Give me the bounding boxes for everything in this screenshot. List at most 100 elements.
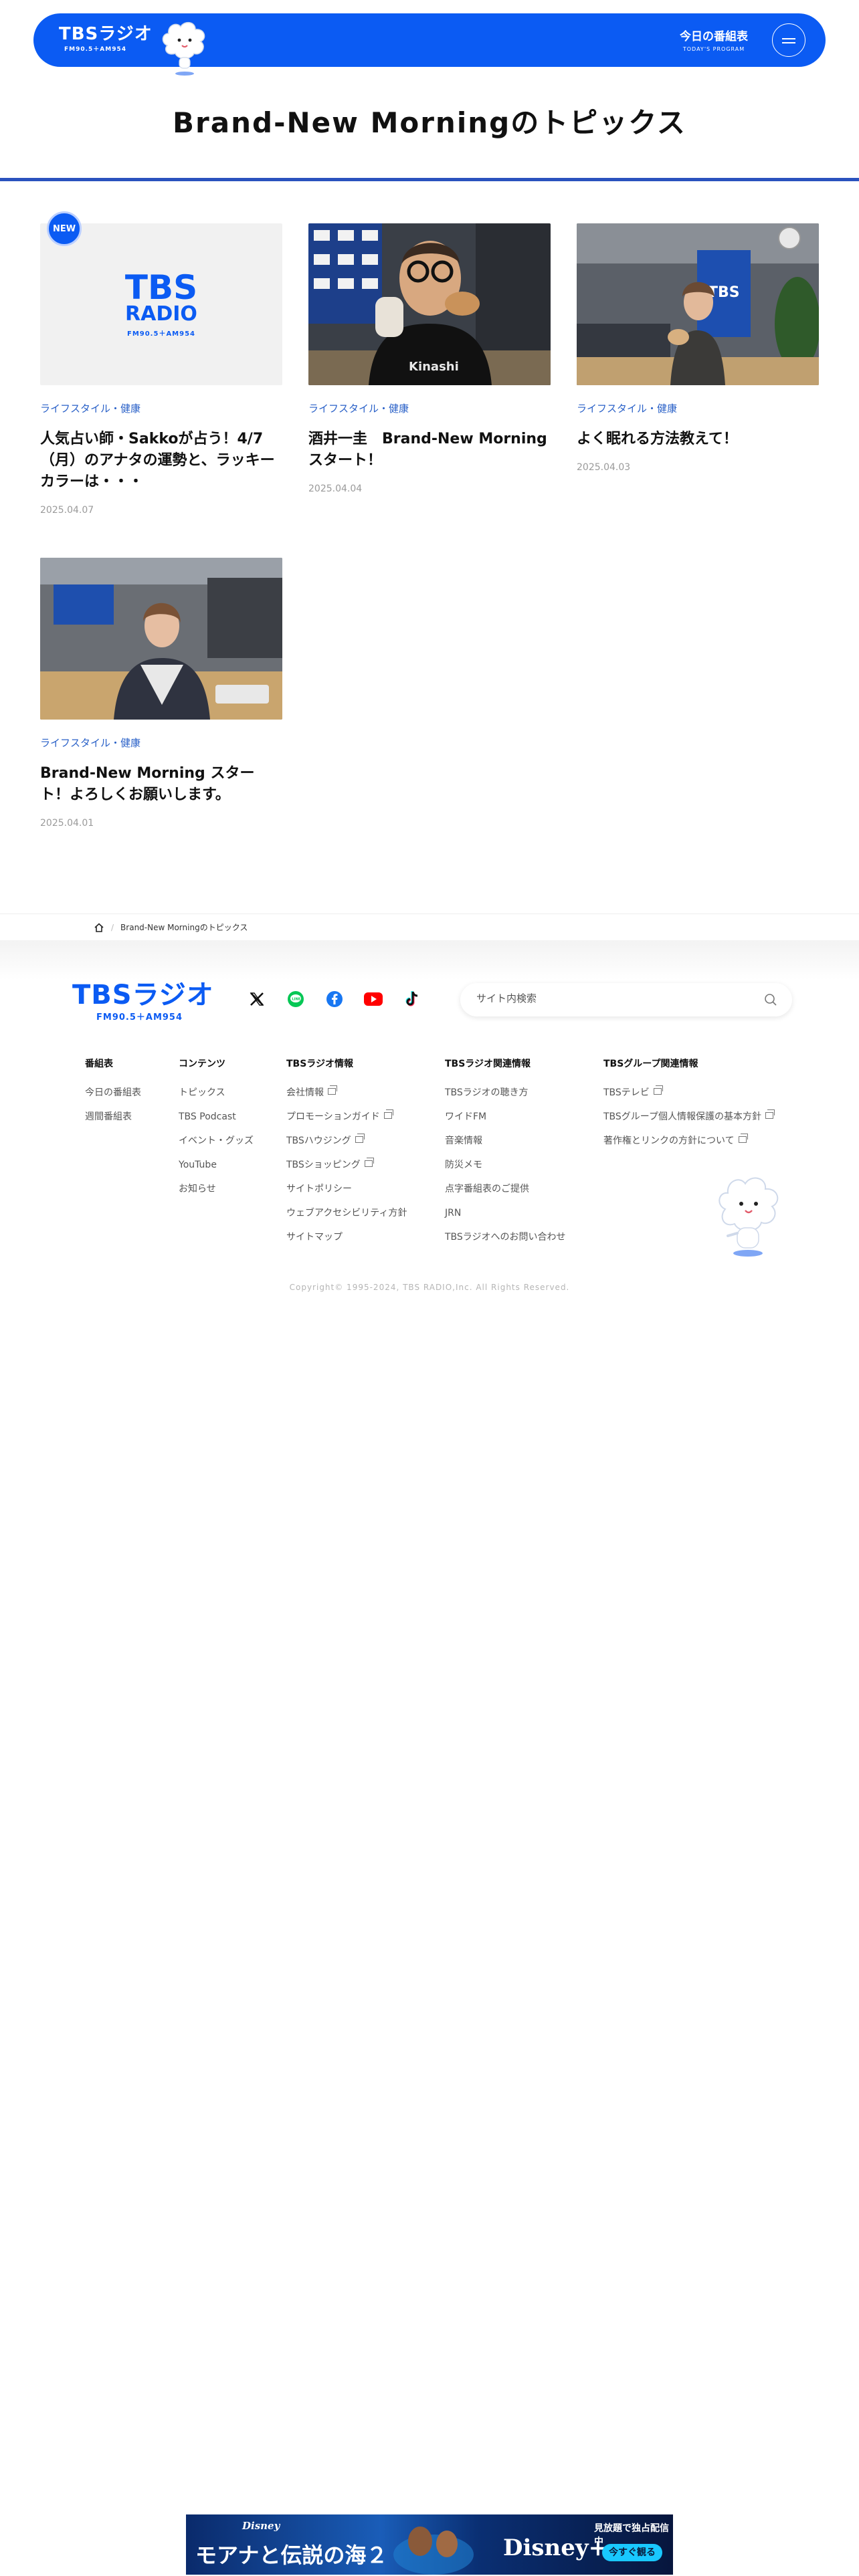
footer-link[interactable]: 週間番組表 [85, 1110, 141, 1134]
ad-title: モアナと伝説の海２ [195, 2543, 388, 2568]
title-divider [0, 178, 859, 181]
line-icon[interactable]: LINE [284, 987, 308, 1011]
footer-logo-frequency: FM90.5＋AM954 [96, 1012, 183, 1023]
breadcrumb: / Brand-New Morningのトピックス [0, 914, 859, 940]
todays-program-sublabel: TODAY'S PROGRAM [682, 46, 745, 52]
footer-link[interactable]: TBSグループ個人情報保護の基本方針 [603, 1109, 775, 1134]
external-link-icon [355, 1134, 365, 1143]
footer-link-label: TBSショッピング [286, 1160, 361, 1170]
article-thumbnail-tbs-radio-logo[interactable]: TBS RADIO FM90.5＋AM954 [40, 223, 282, 385]
external-link-icon [653, 1085, 663, 1095]
footer-link-label: 著作権とリンクの方針について [603, 1136, 735, 1146]
logo-frequency: FM90.5＋AM954 [64, 46, 127, 53]
footer-link[interactable]: 会社情報 [286, 1085, 407, 1110]
ad-cta-button[interactable]: 今すぐ観る [602, 2544, 662, 2561]
footer-link[interactable]: TBSテレビ [603, 1085, 773, 1110]
footer-column-heading: TBSグループ関連情報 [603, 1059, 698, 1069]
external-link-icon [364, 1158, 374, 1167]
footer-link-label: プロモーションガイド [286, 1111, 380, 1122]
footer-column-heading: コンテンツ [179, 1059, 225, 1069]
site-logo[interactable]: TBSラジオ FM90.5＋AM954 [59, 24, 153, 53]
external-link-icon [765, 1109, 775, 1119]
footer-column-schedule: 番組表 今日の番組表 週間番組表 [85, 1057, 141, 1134]
footer-link[interactable]: お知らせ [179, 1182, 254, 1206]
article-card[interactable]: TBS ライフスタイル・健康 よく眠れる方法教えて！ 2025.04.03 [577, 223, 819, 473]
article-category[interactable]: ライフスタイル・健康 [40, 736, 282, 750]
footer-link[interactable]: サイトポリシー [286, 1182, 407, 1206]
footer-column-heading: 番組表 [85, 1059, 113, 1069]
x-twitter-icon[interactable] [245, 987, 269, 1011]
thumbnail-logo-text: FM90.5＋AM954 [126, 330, 196, 338]
footer-link-label: 会社情報 [286, 1087, 324, 1098]
footer-link[interactable]: 音楽情報 [445, 1134, 566, 1158]
article-date: 2025.04.04 [308, 484, 363, 494]
footer-link[interactable]: TBS Podcast [179, 1110, 254, 1134]
logo-main: TBSラジオ [59, 24, 153, 44]
footer-column-tbs-radio-info: TBSラジオ情報 会社情報 プロモーションガイド TBSハウジング TBSショッ… [286, 1057, 407, 1255]
article-category[interactable]: ライフスタイル・健康 [40, 401, 282, 415]
external-link-icon [383, 1109, 393, 1119]
footer-link[interactable]: TBSラジオへのお問い合わせ [445, 1230, 566, 1255]
footer-column-tbs-radio-related: TBSラジオ関連情報 TBSラジオの聴き方 ワイドFM 音楽情報 防災メモ 点字… [445, 1057, 566, 1255]
svg-text:Kinashi: Kinashi [409, 360, 459, 374]
footer-link[interactable]: 今日の番組表 [85, 1086, 141, 1110]
menu-button[interactable] [772, 23, 805, 57]
article-title[interactable]: よく眠れる方法教えて！ [577, 429, 819, 450]
footer-link[interactable]: イベント・グッズ [179, 1134, 254, 1158]
breadcrumb-current: Brand-New Morningのトピックス [120, 923, 248, 932]
copyright: Copyright© 1995-2024, TBS RADIO,Inc. All… [289, 1283, 570, 1292]
footer-link[interactable]: 著作権とリンクの方針について [603, 1134, 773, 1158]
footer-link[interactable]: ワイドFM [445, 1110, 566, 1134]
article-thumbnail-photo[interactable]: TBS [577, 223, 819, 385]
footer-link-label: TBSグループ個人情報保護の基本方針 [603, 1111, 761, 1122]
footer-link[interactable]: TBSショッピング [286, 1158, 407, 1182]
hamburger-icon-line [782, 42, 795, 43]
footer-link-label: TBSテレビ [603, 1087, 650, 1098]
article-title[interactable]: 酒井一圭 Brand-New Morningスタート！ [308, 429, 551, 471]
footer-link[interactable]: 防災メモ [445, 1158, 566, 1182]
footer-link[interactable]: 点字番組表のご提供 [445, 1182, 566, 1206]
mascot-icon [162, 21, 205, 76]
footer-link[interactable]: トピックス [179, 1086, 254, 1110]
ad-service-logo: Disney+ [503, 2535, 608, 2561]
external-link-icon [328, 1085, 337, 1095]
ad-key-visual [393, 2527, 474, 2575]
footer-link[interactable]: JRN [445, 1206, 566, 1230]
search-input[interactable] [476, 992, 744, 1004]
footer-link[interactable]: TBSラジオの聴き方 [445, 1086, 566, 1110]
footer-link[interactable]: サイトマップ [286, 1230, 407, 1255]
footer-link[interactable]: プロモーションガイド [286, 1109, 407, 1134]
site-footer: TBSラジオ FM90.5＋AM954 LINE 番組表 今日の番組表 週間番組… [0, 940, 859, 1315]
studio-photo-image: Kinashi [308, 223, 551, 385]
breadcrumb-separator: / [111, 922, 114, 932]
article-title[interactable]: 人気占い師・Sakkoが占う！4/7（月）のアナタの運勢と、ラッキーカラーは・・… [40, 429, 282, 493]
footer-column-contents: コンテンツ トピックス TBS Podcast イベント・グッズ YouTube… [179, 1057, 254, 1206]
todays-program-link[interactable]: 今日の番組表 TODAY'S PROGRAM [680, 27, 748, 52]
article-thumbnail-photo[interactable] [40, 558, 282, 720]
article-category[interactable]: ライフスタイル・健康 [308, 401, 551, 415]
article-category[interactable]: ライフスタイル・健康 [577, 401, 819, 415]
article-card[interactable]: NEW TBS RADIO FM90.5＋AM954 ライフスタイル・健康 人気… [40, 211, 282, 516]
article-date: 2025.04.03 [577, 462, 631, 473]
footer-link[interactable]: TBSハウジング [286, 1134, 407, 1158]
svg-text:LINE: LINE [292, 998, 301, 1002]
footer-logo-main: TBSラジオ [72, 980, 214, 1010]
facebook-icon[interactable] [322, 987, 347, 1011]
footer-link[interactable]: ウェブアクセシビリティ方針 [286, 1206, 407, 1230]
tiktok-icon[interactable] [400, 987, 424, 1011]
todays-program-label: 今日の番組表 [680, 30, 748, 43]
studio-photo-image [40, 558, 282, 720]
footer-link[interactable]: YouTube [179, 1158, 254, 1182]
footer-link-label: TBSハウジング [286, 1136, 351, 1146]
article-card[interactable]: Kinashi ライフスタイル・健康 酒井一圭 Brand-New Mornin… [308, 223, 551, 494]
search-icon[interactable] [764, 993, 777, 1006]
site-header: TBSラジオ FM90.5＋AM954 今日の番組表 TODAY'S PROGR… [33, 13, 826, 76]
article-thumbnail-photo[interactable]: Kinashi [308, 223, 551, 385]
advertisement-banner[interactable]: Disney モアナと伝説の海２ 見放題で独占配信中 Disney+ 今すぐ観る [186, 2514, 673, 2575]
youtube-icon[interactable] [361, 987, 385, 1011]
footer-logo[interactable]: TBSラジオ FM90.5＋AM954 [72, 980, 214, 1023]
article-card[interactable]: ライフスタイル・健康 Brand-New Morning スタート！よろしくお願… [40, 558, 282, 829]
home-icon[interactable] [94, 922, 104, 933]
footer-column-heading: TBSラジオ関連情報 [445, 1059, 531, 1069]
article-title[interactable]: Brand-New Morning スタート！よろしくお願いします。 [40, 763, 282, 806]
